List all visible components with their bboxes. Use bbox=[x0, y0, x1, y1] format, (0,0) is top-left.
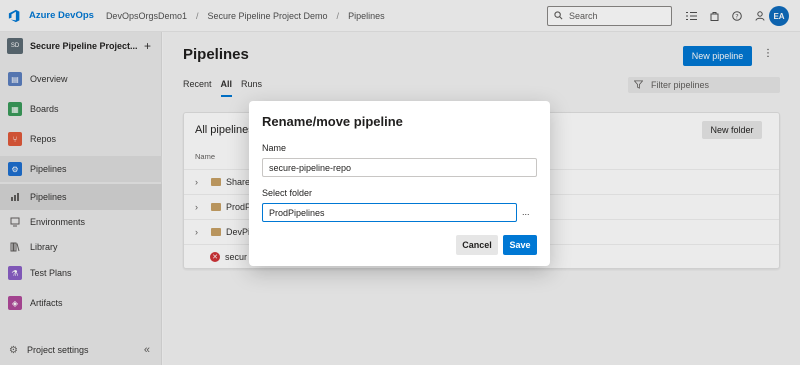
cancel-button[interactable]: Cancel bbox=[456, 235, 498, 255]
browse-folder-button[interactable]: ... bbox=[522, 207, 530, 217]
name-label: Name bbox=[262, 143, 287, 153]
folder-field[interactable] bbox=[262, 203, 517, 222]
select-folder-label: Select folder bbox=[262, 188, 313, 198]
save-button[interactable]: Save bbox=[503, 235, 537, 255]
name-field[interactable] bbox=[262, 158, 537, 177]
dialog-title: Rename/move pipeline bbox=[262, 114, 403, 129]
rename-move-dialog: Rename/move pipeline Name Select folder … bbox=[249, 101, 550, 266]
